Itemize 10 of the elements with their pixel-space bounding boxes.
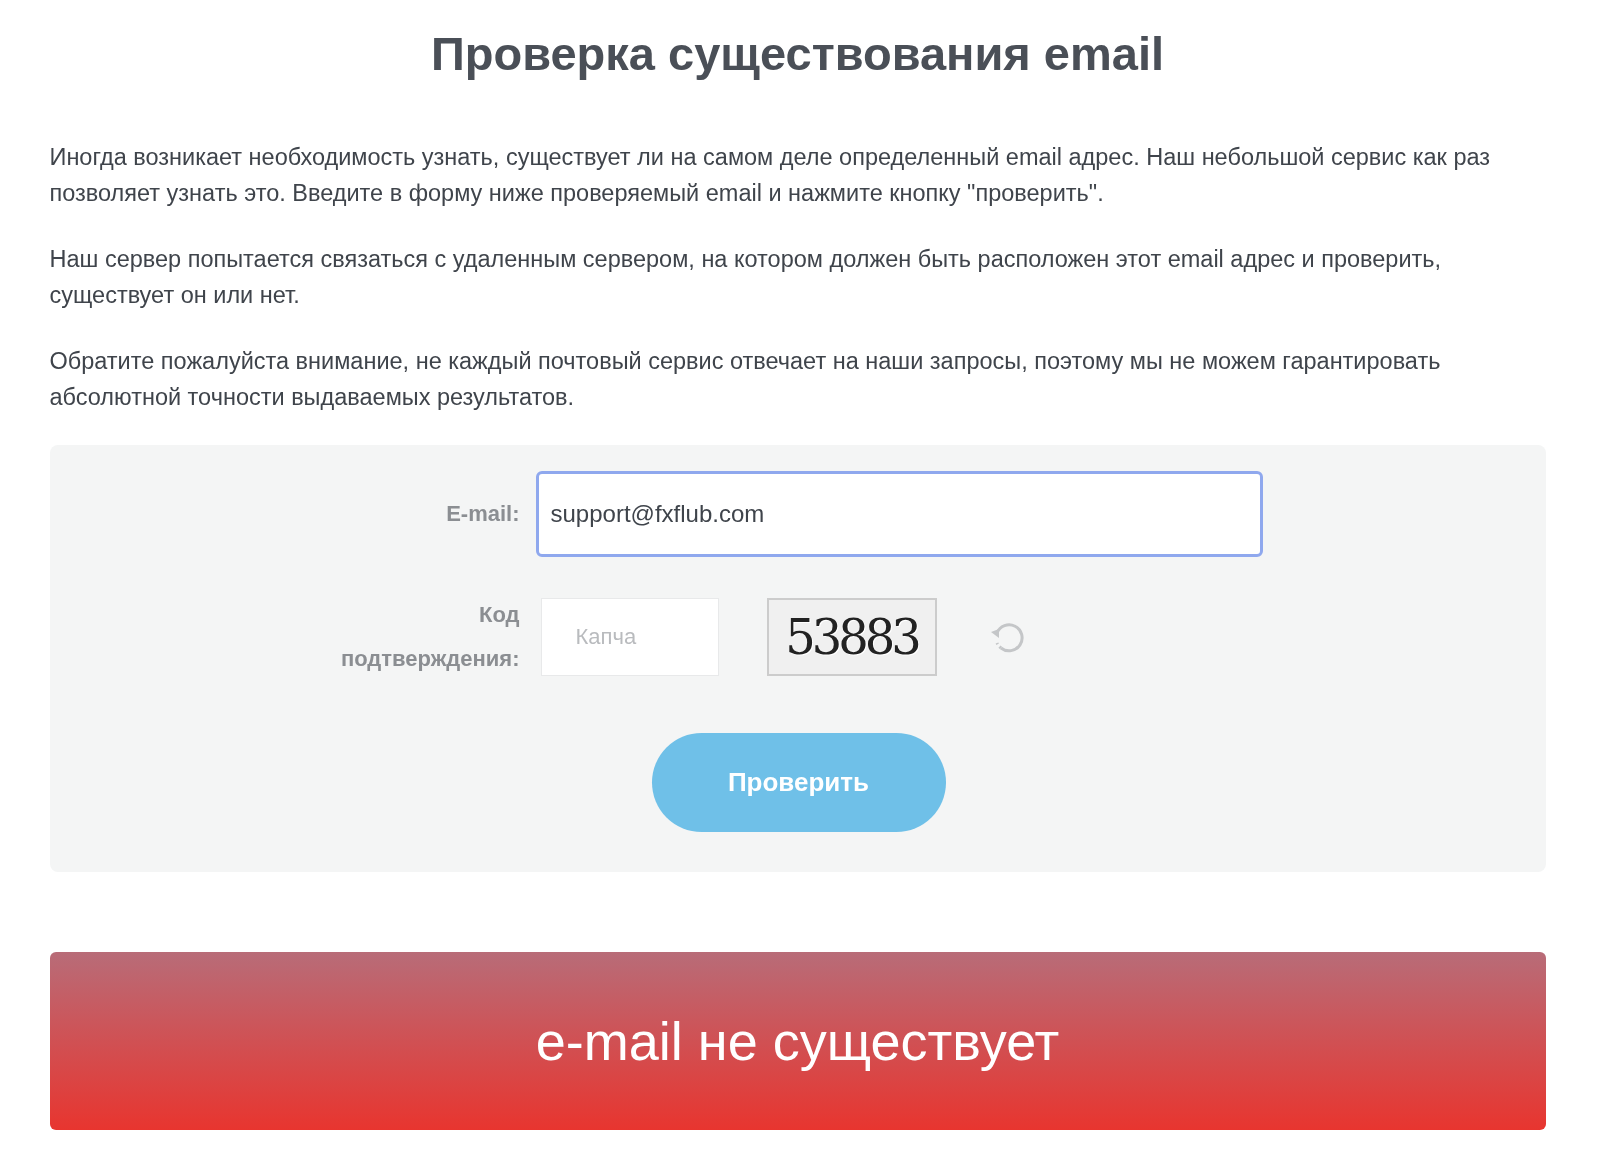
result-text: e-mail не существует — [535, 1010, 1060, 1072]
page-title: Проверка существования email — [430, 26, 1165, 81]
paragraph: Иногда возникает необходимость узнать, существует ли на самом деле определенный email адрес. Наш небольшой сервис как раз позволяет узнать это. Введите в форму ниже проверяемый email и нажмите кнопку "проверить". — [49, 143, 1492, 208]
captcha-field[interactable]: Капча — [540, 598, 719, 676]
email-field[interactable]: support@fxflub.com — [535, 471, 1263, 557]
paragraph: Наш сервер попытается связаться с удаленным сервером, на котором должен быть расположен этот email адрес и проверить, существует он или нет. — [49, 245, 1443, 310]
captcha-image: 53883 — [766, 598, 937, 676]
paragraph: Обратите пожалуйста внимание, не каждый почтовый сервис отвечает на наши запросы, поэтому мы не можем гарантировать абсолютной точности выдаваемых результатов. — [49, 347, 1442, 412]
field-label: Код подтверждения: — [339, 601, 521, 673]
field-label: E-mail: — [445, 501, 521, 527]
